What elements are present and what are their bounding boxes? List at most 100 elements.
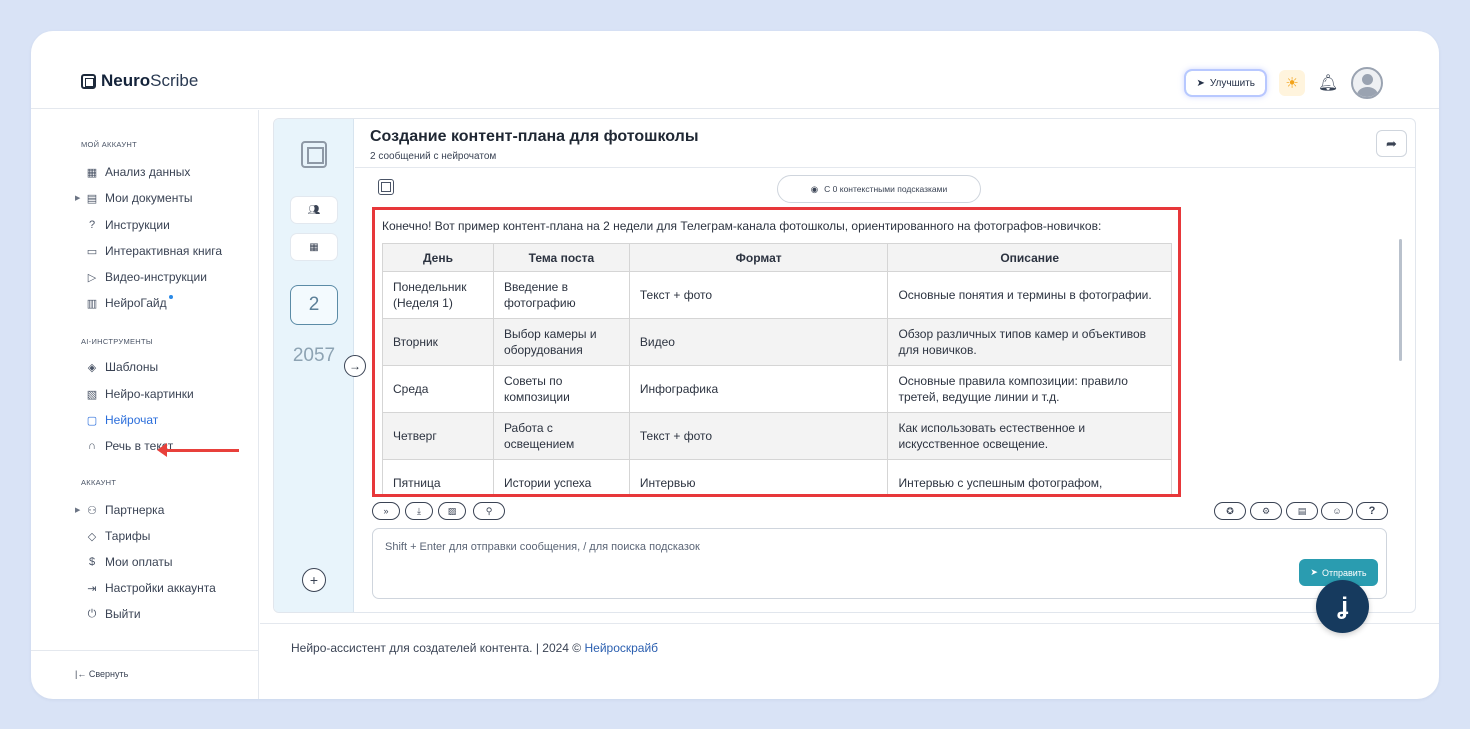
- sidebar-item-label: Мои документы: [105, 191, 193, 205]
- share-button[interactable]: ➦: [1376, 130, 1407, 157]
- caret-right-icon: ▶: [75, 507, 81, 514]
- sidebar-item-label: Видео-инструкции: [105, 270, 207, 284]
- context-hints-button[interactable]: ◉ С 0 контекстными подсказками: [777, 175, 981, 203]
- sidebar-item-my-documents[interactable]: ▶ ▤ Мои документы: [75, 188, 192, 208]
- image-icon[interactable]: ▨: [438, 502, 466, 520]
- download-icon[interactable]: ⤓: [405, 502, 433, 520]
- sidebar-item-label: Выйти: [105, 607, 141, 621]
- footer-text: Нейро-ассистент для создателей контента.…: [291, 641, 658, 655]
- sidebar-item-data-analysis[interactable]: ▦ Анализ данных: [75, 162, 191, 182]
- column-header: Описание: [887, 243, 1172, 272]
- message-avatar-icon: [378, 179, 394, 195]
- chat-subtitle: 2 сообщений с нейрочатом: [370, 151, 497, 162]
- logo-text-light: Scribe: [150, 71, 199, 90]
- bell-icon[interactable]: 🔔︎: [1317, 73, 1339, 93]
- sidebar-item-templates[interactable]: ◈ Шаблоны: [75, 357, 158, 377]
- table-cell: Обзор различных типов камер и объективов…: [887, 318, 1172, 366]
- table-cell: Текст + фото: [628, 271, 889, 319]
- sidebar-item-label: Тарифы: [105, 529, 151, 543]
- sidebar-item-neuro-images[interactable]: ▧ Нейро-картинки: [75, 384, 194, 404]
- sidebar-item-my-payments[interactable]: $ Мои оплаты: [75, 552, 173, 572]
- support-chat-button[interactable]: ʝ: [1316, 580, 1369, 633]
- avatar[interactable]: [1351, 67, 1383, 99]
- tag-icon: ◇: [87, 530, 97, 543]
- document-icon: ▤: [86, 192, 98, 205]
- sidebar-item-pricing[interactable]: ◇ Тарифы: [75, 526, 151, 546]
- message-input[interactable]: Shift + Enter для отправки сообщения, / …: [372, 528, 1387, 599]
- collapse-down-icon[interactable]: »: [372, 502, 400, 520]
- column-header: День: [382, 243, 494, 272]
- new-dot: [168, 295, 173, 299]
- sidebar-item-logout[interactable]: ⏻ Выйти: [75, 604, 141, 624]
- power-icon: ⏻: [87, 607, 97, 620]
- collapse-label: Свернуть: [88, 669, 129, 679]
- logo[interactable]: Neuro Scribe: [81, 71, 198, 91]
- table-row: Вторник Выбор камеры и оборудования Виде…: [382, 318, 1172, 366]
- help-icon: ?: [88, 219, 96, 231]
- sidebar-item-neuroguide[interactable]: ▥ НейроГайд: [75, 293, 173, 313]
- column-header: Тема поста: [492, 243, 630, 272]
- footer-link[interactable]: Нейроскрайб: [584, 641, 658, 655]
- table-cell: Инфографика: [628, 365, 889, 413]
- upgrade-button[interactable]: ➤ Улучшить: [1184, 69, 1267, 97]
- sidebar-item-label: НейроГайд: [105, 296, 167, 310]
- chat-logo-icon: [301, 141, 327, 168]
- sidebar-item-label: Мои оплаты: [105, 555, 173, 569]
- table-cell: Интервью с успешным фотографом,: [887, 459, 1172, 494]
- table-cell: Введение в фотографию: [492, 271, 630, 319]
- hints-label: С 0 контекстными подсказками: [824, 184, 948, 194]
- chat-header: Создание контент-плана для фотошколы 2 с…: [355, 119, 1415, 168]
- table-cell: Выбор камеры и оборудования: [492, 318, 630, 366]
- sidebar-item-neurochat[interactable]: ▢ Нейрочат: [75, 410, 159, 430]
- sidebar-item-video-instructions[interactable]: ▷ Видео-инструкции: [75, 267, 207, 287]
- users-icon[interactable]: 👥︎: [291, 197, 337, 223]
- image-icon: ▧: [86, 388, 98, 401]
- chat-bubble-icon: ʝ: [1336, 592, 1348, 620]
- table-cell: Истории успеха: [492, 459, 630, 494]
- column-header: Формат: [628, 243, 889, 272]
- add-chat-button[interactable]: +: [302, 568, 326, 592]
- caret-right-icon: ▶: [75, 195, 81, 202]
- sidebar-item-label: Партнерка: [105, 503, 165, 517]
- table-cell: Видео: [628, 318, 889, 366]
- composer-placeholder: Shift + Enter для отправки сообщения, / …: [385, 541, 700, 553]
- table-row: Четверг Работа с освещением Текст + фото…: [382, 412, 1172, 460]
- collapse-sidebar-button[interactable]: |← Свернуть: [31, 650, 259, 699]
- dollar-icon: $: [88, 556, 96, 568]
- chat-icon: ▢: [86, 414, 98, 427]
- grid-icon[interactable]: ▦: [291, 234, 337, 260]
- robot-icon[interactable]: ☺: [1321, 502, 1353, 520]
- logo-icon: [81, 73, 96, 89]
- sun-icon[interactable]: ☀: [1279, 70, 1305, 96]
- section-ai-tools: AI-ИНСТРУМЕНТЫ: [81, 337, 153, 346]
- scrollbar[interactable]: [1399, 239, 1402, 361]
- sidebar: МОЙ АККАУНТ ▦ Анализ данных ▶ ▤ Мои докумен…: [31, 110, 259, 699]
- table-cell: Работа с освещением: [492, 412, 630, 460]
- footer-copyright: Нейро-ассистент для создателей контента.…: [291, 641, 585, 655]
- help-icon[interactable]: ?: [1356, 502, 1388, 520]
- settings-icon[interactable]: ⚙: [1250, 502, 1282, 520]
- sidebar-item-account-settings[interactable]: ⇥ Настройки аккаунта: [75, 578, 215, 598]
- token-total: 2057: [292, 345, 336, 366]
- assistant-message: Конечно! Вот пример контент-плана на 2 н…: [372, 207, 1181, 497]
- message-intro: Конечно! Вот пример контент-плана на 2 н…: [382, 219, 1102, 233]
- sidebar-item-label: Нейрочат: [105, 413, 159, 427]
- sidebar-item-label: Нейро-картинки: [105, 387, 194, 401]
- table-cell: Среда: [382, 365, 494, 413]
- table-cell: Вторник: [382, 318, 494, 366]
- message-count-badge[interactable]: 2: [290, 285, 338, 325]
- puzzle-icon[interactable]: ✪: [1214, 502, 1246, 520]
- app-window: Neuro Scribe ➤ Улучшить ☀ 🔔︎ МОЙ АККАУНТ …: [31, 31, 1439, 699]
- sidebar-item-interactive-book[interactable]: ▭ Интерактивная книга: [75, 241, 222, 261]
- footer: Нейро-ассистент для создателей контента.…: [260, 623, 1439, 699]
- top-bar: Neuro Scribe ➤ Улучшить ☀ 🔔︎: [31, 31, 1439, 109]
- magic-wand-icon[interactable]: ⚲: [473, 502, 505, 520]
- table-cell: Советы по композиции: [492, 365, 630, 413]
- panel-icon[interactable]: ▤: [1286, 502, 1318, 520]
- sidebar-item-instructions[interactable]: ? Инструкции: [75, 215, 170, 235]
- arrow-right-icon[interactable]: →: [344, 355, 366, 377]
- table-header-row: День Тема поста Формат Описание: [382, 243, 1172, 272]
- sidebar-item-partners[interactable]: ▶ ⚇ Партнерка: [75, 500, 164, 520]
- table-cell: Как использовать естественное и искусств…: [887, 412, 1172, 460]
- logo-text-bold: Neuro: [101, 71, 151, 90]
